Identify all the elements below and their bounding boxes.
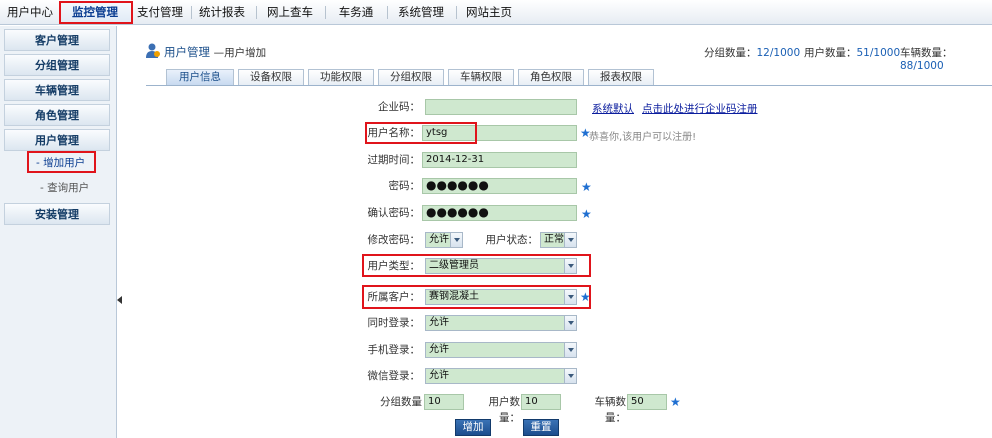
tab-group-permission[interactable]: 分组权限 <box>378 69 444 85</box>
password-input[interactable]: ●●●●●● <box>422 178 577 194</box>
company-code-input[interactable] <box>425 99 577 115</box>
user-count-input[interactable]: 10 <box>521 394 561 410</box>
collapse-arrow-icon[interactable] <box>117 296 122 304</box>
required-star-icon: ★ <box>581 207 592 221</box>
group-count-label: 分组数量 <box>380 396 422 408</box>
user-count-label: 用户数量： <box>488 396 521 424</box>
highlight-box-username <box>365 122 477 144</box>
sidebar-subitem-query-user[interactable]: - 查询用户 <box>40 179 89 197</box>
nav-statistics[interactable]: 统计报表 <box>196 0 248 24</box>
sidebar: 客户管理 分组管理 车辆管理 角色管理 用户管理 - 增加用户 - 查询用户 安… <box>0 26 117 438</box>
vehicle-count-label: 车辆数量： <box>594 396 627 424</box>
nav-online-vehicle[interactable]: 网上查车 <box>264 0 316 24</box>
modify-password-select[interactable]: 允许 <box>425 232 463 248</box>
user-status-label: 用户状态： <box>485 234 539 246</box>
chevron-down-icon <box>564 316 576 330</box>
expire-time-input[interactable]: 2014-12-31 <box>422 152 577 168</box>
password-label: 密码： <box>388 180 421 192</box>
nav-separator <box>325 6 326 19</box>
concurrent-login-select[interactable]: 允许 <box>425 315 577 331</box>
nav-separator <box>256 6 257 19</box>
nav-vehicle-service[interactable]: 车务通 <box>334 0 378 24</box>
chevron-down-icon <box>564 343 576 357</box>
sidebar-item-customer[interactable]: 客户管理 <box>4 29 110 51</box>
tab-role-permission[interactable]: 角色权限 <box>518 69 584 85</box>
highlight-box-add-user <box>27 151 96 173</box>
page-title: 用户管理 <box>164 45 210 59</box>
nav-payment-management[interactable]: 支付管理 <box>134 0 186 24</box>
nav-separator <box>456 6 457 19</box>
sidebar-item-install[interactable]: 安装管理 <box>4 203 110 225</box>
concurrent-login-label: 同时登录： <box>367 317 421 329</box>
required-star-icon: ★ <box>581 180 592 194</box>
tab-vehicle-permission[interactable]: 车辆权限 <box>448 69 514 85</box>
tab-report-permission[interactable]: 报表权限 <box>588 69 654 85</box>
tab-function-permission[interactable]: 功能权限 <box>308 69 374 85</box>
mobile-login-select[interactable]: 允许 <box>425 342 577 358</box>
vehicle-count-input[interactable]: 50 <box>627 394 667 410</box>
top-nav: 用户中心 监控管理 支付管理 统计报表 网上查车 车务通 系统管理 网站主页 <box>0 0 992 25</box>
company-code-label: 企业码： <box>378 101 420 113</box>
page-subtitle: —用户增加 <box>213 47 267 59</box>
chevron-down-icon <box>564 369 576 383</box>
required-star-icon: ★ <box>670 395 681 409</box>
chevron-down-icon <box>564 233 576 247</box>
group-count-input[interactable]: 10 <box>424 394 464 410</box>
sidebar-item-user[interactable]: 用户管理 <box>4 129 110 151</box>
highlight-box-user-type <box>362 254 591 277</box>
highlight-box-nav <box>59 1 133 24</box>
sidebar-item-role[interactable]: 角色管理 <box>4 104 110 126</box>
nav-system-management[interactable]: 系统管理 <box>395 0 447 24</box>
user-icon <box>146 43 160 58</box>
nav-separator <box>191 6 192 19</box>
nav-separator <box>387 6 388 19</box>
breadcrumb: 用户管理 —用户增加 <box>164 44 266 60</box>
confirm-password-input[interactable]: ●●●●●● <box>422 205 577 221</box>
wechat-login-label: 微信登录： <box>367 370 421 382</box>
stat-group-count: 分组数量：12/1000 <box>704 47 801 59</box>
nav-website-home[interactable]: 网站主页 <box>463 0 515 24</box>
register-company-code-link[interactable]: 点击此处进行企业码注册 <box>642 101 758 116</box>
confirm-password-label: 确认密码： <box>367 207 421 219</box>
nav-user-center[interactable]: 用户中心 <box>4 0 56 24</box>
add-button[interactable]: 增加 <box>455 419 491 436</box>
system-default-link[interactable]: 系统默认 <box>592 101 634 116</box>
tabs-divider <box>146 85 992 86</box>
reset-button[interactable]: 重置 <box>523 419 559 436</box>
stat-user-count: 用户数量：51/1000 <box>804 47 901 59</box>
mobile-login-label: 手机登录： <box>367 344 421 356</box>
chevron-down-icon <box>450 233 462 247</box>
expire-time-label: 过期时间： <box>367 154 421 166</box>
tab-user-info[interactable]: 用户信息 <box>166 69 234 85</box>
sidebar-item-group[interactable]: 分组管理 <box>4 54 110 76</box>
stat-vehicle-count: 车辆数量：88/1000 <box>900 47 953 72</box>
wechat-login-select[interactable]: 允许 <box>425 368 577 384</box>
tab-device-permission[interactable]: 设备权限 <box>238 69 304 85</box>
username-available-hint: 恭喜你,该用户可以注册! <box>589 132 697 143</box>
sidebar-item-vehicle[interactable]: 车辆管理 <box>4 79 110 101</box>
highlight-box-customer <box>362 285 591 309</box>
modify-password-label: 修改密码： <box>367 234 421 246</box>
user-status-select[interactable]: 正常 <box>540 232 577 248</box>
